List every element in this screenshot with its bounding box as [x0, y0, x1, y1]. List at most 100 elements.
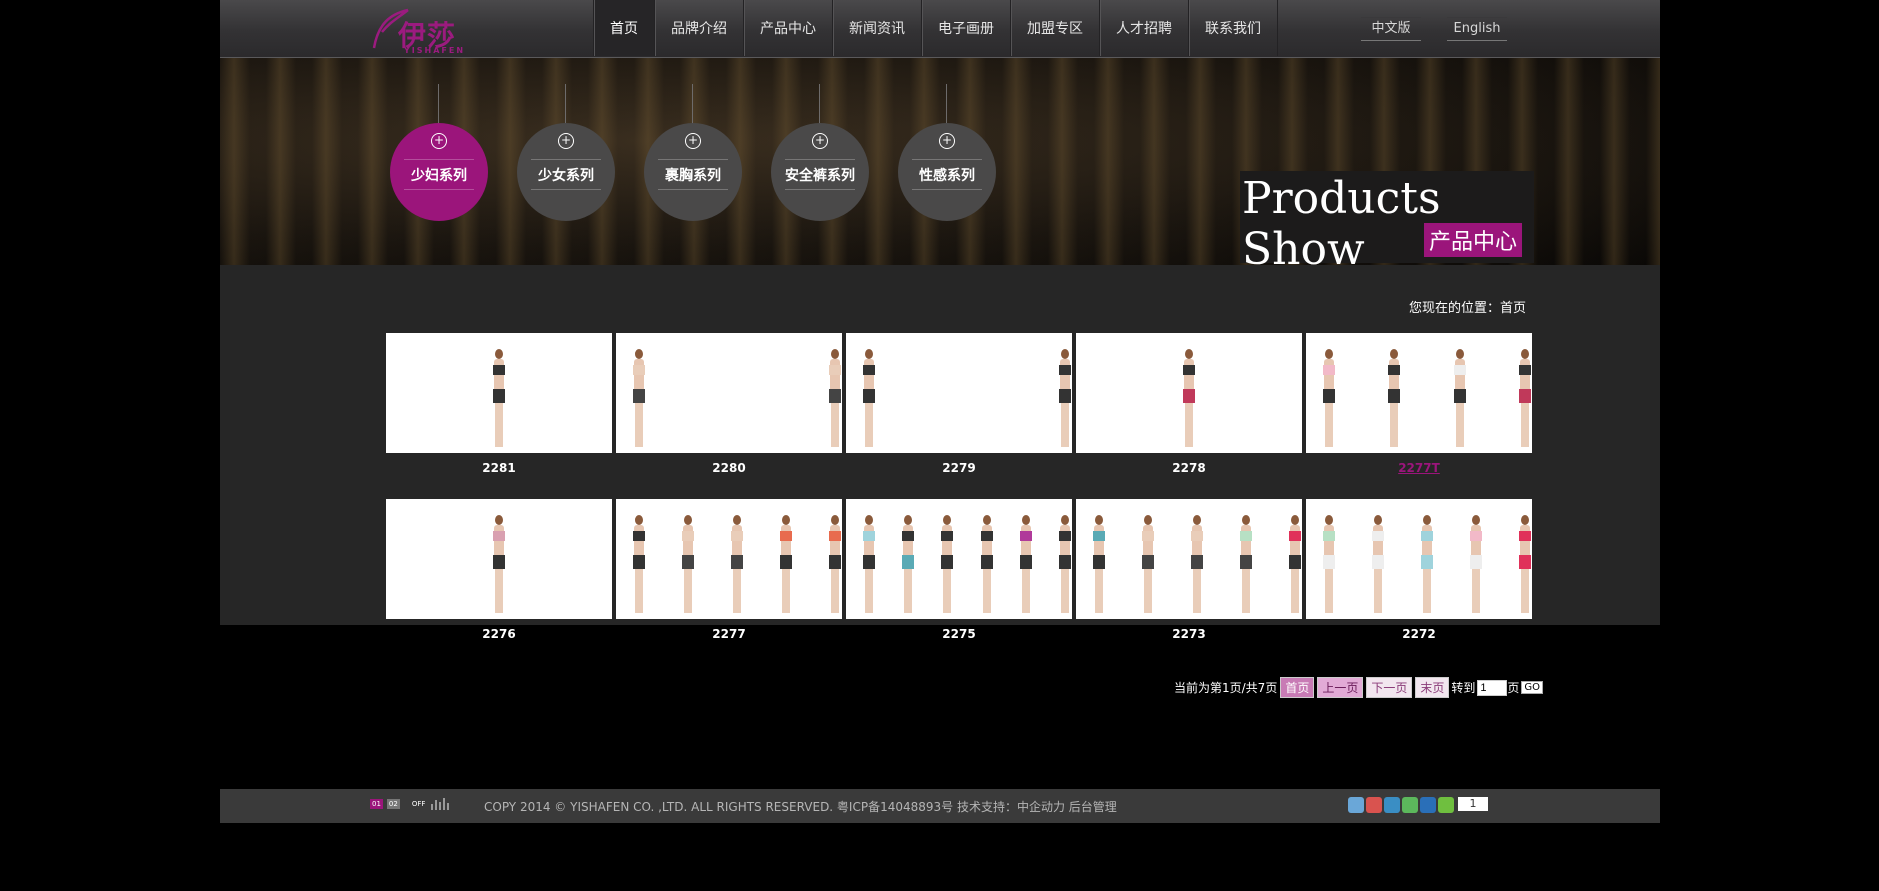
- product-code[interactable]: 2277T: [1306, 461, 1532, 475]
- product-code[interactable]: 2280: [616, 461, 842, 475]
- products-show-title-cn: 产品中心: [1424, 223, 1523, 257]
- product-code[interactable]: 2276: [386, 627, 612, 641]
- hanging-string: [692, 84, 693, 124]
- product-card[interactable]: 2276: [386, 499, 612, 641]
- category-circle[interactable]: + 性感系列: [898, 123, 996, 221]
- nav-item-home[interactable]: 首页: [593, 0, 654, 56]
- model-figure: [978, 509, 996, 619]
- product-code[interactable]: 2275: [846, 627, 1072, 641]
- model-figure: [490, 343, 508, 453]
- model-figure: [1418, 509, 1436, 619]
- prev-page-button[interactable]: 上一页: [1317, 677, 1364, 698]
- share-wechat-icon[interactable]: [1402, 797, 1418, 813]
- model-figure: [1516, 343, 1532, 453]
- nav-item-jobs[interactable]: 人才招聘: [1099, 0, 1188, 56]
- nav-item-products[interactable]: 产品中心: [743, 0, 832, 56]
- page-wrapper: 伊莎芬 YISHAFEN 首页 品牌介绍 产品中心 新闻资讯 电子画册 加盟专区…: [220, 0, 1660, 823]
- product-image[interactable]: [616, 499, 842, 619]
- page-suffix: 页: [1507, 681, 1520, 695]
- product-image[interactable]: [1306, 333, 1532, 453]
- logo[interactable]: 伊莎芬 YISHAFEN: [368, 6, 478, 92]
- model-figure: [630, 509, 648, 619]
- divider: [658, 189, 728, 190]
- first-page-button[interactable]: 首页: [1280, 677, 1315, 698]
- plus-icon: +: [939, 133, 955, 149]
- product-image[interactable]: [386, 333, 612, 453]
- product-code[interactable]: 2277: [616, 627, 842, 641]
- model-figure: [630, 343, 648, 453]
- product-card[interactable]: 2278: [1076, 333, 1302, 475]
- divider: [531, 189, 601, 190]
- category-circle[interactable]: + 裹胸系列: [644, 123, 742, 221]
- model-figure: [1385, 343, 1403, 453]
- header: 伊莎芬 YISHAFEN 首页 品牌介绍 产品中心 新闻资讯 电子画册 加盟专区…: [220, 0, 1660, 92]
- divider: [531, 159, 601, 160]
- model-figure: [1017, 509, 1035, 619]
- divider: [785, 189, 855, 190]
- category-circle[interactable]: + 安全裤系列: [771, 123, 869, 221]
- product-image[interactable]: [1306, 499, 1532, 619]
- product-code[interactable]: 2273: [1076, 627, 1302, 641]
- product-code[interactable]: 2281: [386, 461, 612, 475]
- model-figure: [1286, 509, 1302, 619]
- lang-chinese-link[interactable]: 中文版: [1361, 17, 1421, 41]
- product-card[interactable]: 2280: [616, 333, 842, 475]
- share-more-icon[interactable]: [1438, 797, 1454, 813]
- product-card[interactable]: 2281: [386, 333, 612, 475]
- product-code[interactable]: 2272: [1306, 627, 1532, 641]
- product-card[interactable]: 2279: [846, 333, 1072, 475]
- product-code[interactable]: 2279: [846, 461, 1072, 475]
- footer: 01 02 OFF COPY 2014 © YISHAFEN CO. ,LTD.…: [220, 789, 1660, 823]
- category-label: 裹胸系列: [665, 168, 721, 184]
- nav-item-ebook[interactable]: 电子画册: [921, 0, 1010, 56]
- product-image[interactable]: [1076, 333, 1302, 453]
- nav-item-franchise[interactable]: 加盟专区: [1010, 0, 1099, 56]
- product-image[interactable]: [846, 499, 1072, 619]
- model-figure: [490, 509, 508, 619]
- plus-icon: +: [685, 133, 701, 149]
- share-tqq-icon[interactable]: [1384, 797, 1400, 813]
- product-card[interactable]: 2275: [846, 499, 1072, 641]
- goto-label: 转到: [1451, 681, 1476, 695]
- share-weibo-icon[interactable]: [1366, 797, 1382, 813]
- nav-item-news[interactable]: 新闻资讯: [832, 0, 921, 56]
- share-renren-icon[interactable]: [1420, 797, 1436, 813]
- last-page-button[interactable]: 末页: [1415, 677, 1450, 698]
- product-image[interactable]: [1076, 499, 1302, 619]
- product-card[interactable]: 2272: [1306, 499, 1532, 641]
- divider: [404, 159, 474, 160]
- share-icons: 1: [1348, 797, 1488, 813]
- model-figure: [826, 509, 842, 619]
- lang-english-link[interactable]: English: [1447, 17, 1507, 41]
- category-circle[interactable]: + 少妇系列: [390, 123, 488, 221]
- page-number-input[interactable]: [1477, 679, 1508, 696]
- music-off-button[interactable]: OFF: [410, 799, 428, 809]
- model-figure: [1516, 509, 1532, 619]
- plus-icon: +: [431, 133, 447, 149]
- divider: [785, 159, 855, 160]
- model-figure: [899, 509, 917, 619]
- nav-item-brand[interactable]: 品牌介绍: [654, 0, 743, 56]
- product-image[interactable]: [616, 333, 842, 453]
- model-figure: [1451, 343, 1469, 453]
- copyright-text: COPY 2014 © YISHAFEN CO. ,LTD. ALL RIGHT…: [484, 800, 1117, 814]
- model-figure: [777, 509, 795, 619]
- product-image[interactable]: [846, 333, 1072, 453]
- share-qzone-icon[interactable]: [1348, 797, 1364, 813]
- model-figure: [1188, 509, 1206, 619]
- product-card[interactable]: 2277: [616, 499, 842, 641]
- hanging-string: [946, 84, 947, 124]
- model-figure: [1467, 509, 1485, 619]
- nav-item-contact[interactable]: 联系我们: [1188, 0, 1278, 56]
- go-button[interactable]: GO: [1521, 681, 1544, 694]
- music-track-01-button[interactable]: 01: [370, 799, 383, 809]
- product-card[interactable]: 2277T: [1306, 333, 1532, 475]
- hanging-string: [565, 84, 566, 124]
- music-track-02-button[interactable]: 02: [386, 799, 400, 809]
- next-page-button[interactable]: 下一页: [1366, 677, 1413, 698]
- category-circle[interactable]: + 少女系列: [517, 123, 615, 221]
- product-code[interactable]: 2278: [1076, 461, 1302, 475]
- plus-icon: +: [558, 133, 574, 149]
- product-image[interactable]: [386, 499, 612, 619]
- product-card[interactable]: 2273: [1076, 499, 1302, 641]
